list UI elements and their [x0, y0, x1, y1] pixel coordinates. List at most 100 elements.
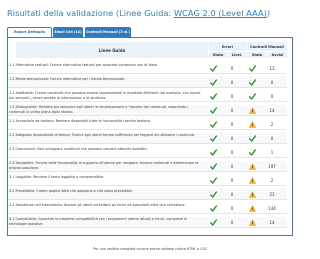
- pass-check-icon: [209, 190, 217, 198]
- errors-status: [203, 176, 223, 184]
- errors-status: [203, 92, 223, 100]
- guideline-description: 3.1 Leggibile: Rendere il testo leggibil…: [9, 175, 105, 179]
- warnings-count: 2: [270, 121, 274, 127]
- warning-icon: [248, 120, 256, 128]
- errors-count: 0: [230, 177, 234, 183]
- errors-count: 0: [230, 135, 234, 141]
- errors-status: [203, 190, 223, 198]
- warning-icon: [248, 106, 256, 114]
- header-stato-manuali: Stato: [247, 52, 267, 58]
- guideline-description: 1.3 Adattabile: Creare contenuti che pos…: [9, 91, 201, 100]
- warnings-count: 197: [268, 163, 276, 169]
- errors-count: 0: [230, 93, 234, 99]
- manual-checks-status: [242, 148, 262, 156]
- guideline-description: 2.3 Convulsioni: Non sviluppare contenut…: [9, 147, 149, 151]
- pass-check-icon: [209, 148, 217, 156]
- errors-status: [203, 204, 223, 212]
- guideline-description: 1.2 Media temporizzati: Fornire alternat…: [9, 77, 126, 81]
- errors-status: [203, 64, 223, 72]
- errors-count: 0: [230, 107, 234, 113]
- guideline-row: 3.2 Prevedibile: Creare pagine Web che a…: [8, 189, 287, 200]
- pass-check-icon: [248, 92, 256, 100]
- header-stato: Stato: [209, 52, 227, 58]
- pass-check-icon: [209, 204, 217, 212]
- errors-count: 0: [230, 191, 234, 197]
- pass-check-icon: [248, 64, 256, 72]
- errors-count: 0: [230, 149, 234, 155]
- pass-check-icon: [209, 120, 217, 128]
- guideline-row: 2.3 Convulsioni: Non sviluppare contenut…: [8, 147, 287, 158]
- tab-controlli-manuali[interactable]: Controlli Manuali (3 el.): [85, 27, 131, 37]
- manual-checks-status: [242, 92, 262, 100]
- header-controlli-manuali: Controlli Manuali: [247, 42, 287, 51]
- pass-check-icon: [209, 218, 217, 226]
- warning-icon: [248, 176, 256, 184]
- guideline-row: 4.1 Compatibile: Garantire la massima co…: [8, 217, 287, 228]
- guideline-description: 3.3 Assistenza nell'inserimento: Aiutare…: [9, 203, 186, 207]
- pass-check-icon: [248, 134, 256, 142]
- errors-count: 0: [230, 121, 234, 127]
- warnings-count: 23: [269, 191, 275, 197]
- guideline-row: 1.2 Media temporizzati: Fornire alternat…: [8, 77, 287, 88]
- manual-checks-status: [242, 162, 262, 170]
- warnings-count: 0: [270, 135, 274, 141]
- warnings-count: 1: [270, 149, 274, 155]
- guidelines-link[interactable]: WCAG 2.0 (Level AAA): [174, 8, 267, 18]
- guideline-row: 1.4 Distinguibile: Rendere più semplice …: [8, 105, 287, 116]
- manual-checks-status: [242, 204, 262, 212]
- guideline-description: 4.1 Compatibile: Garantire la massima co…: [9, 217, 188, 226]
- warnings-count: 2: [270, 177, 274, 183]
- guideline-row: 2.1 Accessibile da tastiera: Rendere dis…: [8, 119, 287, 130]
- warning-icon: [248, 204, 256, 212]
- guideline-description: 2.1 Accessibile da tastiera: Rendere dis…: [9, 119, 152, 123]
- guideline-row: 1.3 Adattabile: Creare contenuti che pos…: [8, 91, 287, 102]
- header-avvisi: Avvisi: [268, 52, 287, 58]
- tab-report-dettaglio[interactable]: Report Dettaglio: [7, 27, 52, 37]
- errors-status: [203, 162, 223, 170]
- header-errori: Errori: [209, 42, 246, 51]
- manual-checks-status: [242, 64, 262, 72]
- guideline-description: 2.4 Navigabile: Fornire delle funzionali…: [9, 161, 199, 170]
- title-suffix: ): [266, 8, 271, 18]
- manual-checks-status: [242, 106, 262, 114]
- guideline-row: 2.2 Adeguata disponibilità di tempo: For…: [8, 133, 287, 144]
- errors-count: 0: [230, 163, 234, 169]
- pass-check-icon: [209, 78, 217, 86]
- validation-note: Per una verifica completa occorre anche …: [93, 247, 207, 251]
- manual-checks-status: [242, 134, 262, 142]
- validation-report-page: Risultati della validazione (Linee Guida…: [0, 0, 300, 259]
- errors-status: [203, 148, 223, 156]
- pass-check-icon: [248, 148, 256, 156]
- guideline-row: 3.3 Assistenza nell'inserimento: Aiutare…: [8, 203, 287, 214]
- manual-checks-status: [242, 120, 262, 128]
- warnings-count: 144: [268, 205, 276, 211]
- errors-count: 0: [230, 219, 234, 225]
- pass-check-icon: [209, 64, 217, 72]
- errors-status: [203, 106, 223, 114]
- warnings-count: 13: [269, 65, 275, 71]
- pass-check-icon: [209, 134, 217, 142]
- page-title: Risultati della validazione (Linee Guida…: [7, 8, 297, 18]
- manual-checks-status: [242, 78, 262, 86]
- errors-count: 0: [230, 65, 234, 71]
- guideline-description: 2.2 Adeguata disponibilità di tempo: For…: [9, 133, 196, 137]
- pass-check-icon: [248, 78, 256, 86]
- errors-status: [203, 134, 223, 142]
- guideline-row: 1.1 Alternative testuali: Fornire altern…: [8, 63, 287, 74]
- warnings-count: 14: [269, 219, 275, 225]
- pass-check-icon: [209, 162, 217, 170]
- manual-checks-status: [242, 190, 262, 198]
- title-prefix: Risultati della validazione (Linee Guida…: [7, 8, 174, 18]
- warnings-count: 0: [270, 93, 274, 99]
- warnings-count: 0: [270, 79, 274, 85]
- pass-check-icon: [209, 176, 217, 184]
- manual-checks-status: [242, 218, 262, 226]
- guideline-row: 3.1 Leggibile: Rendere il testo leggibil…: [8, 175, 287, 186]
- guideline-description: 1.4 Distinguibile: Rendere più semplice …: [9, 105, 189, 114]
- header-linee-guida: Linee Guida: [16, 42, 208, 58]
- errors-count: 0: [230, 205, 234, 211]
- guideline-description: 1.1 Alternative testuali: Fornire altern…: [9, 63, 158, 67]
- guideline-row: 2.4 Navigabile: Fornire delle funzionali…: [8, 161, 287, 172]
- errors-status: [203, 120, 223, 128]
- tab-email-cell[interactable]: Email Cell (14): [53, 27, 83, 37]
